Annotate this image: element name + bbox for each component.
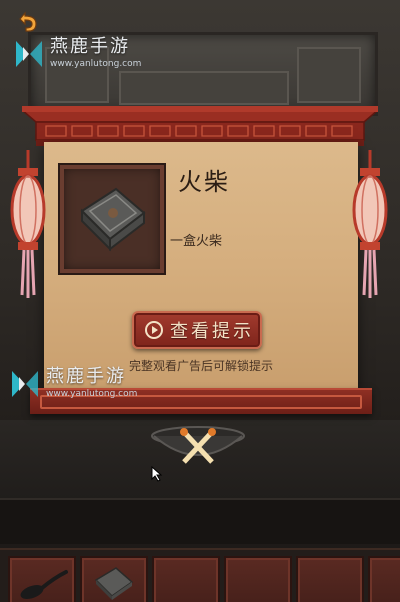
watermark-url: www.yanlutong.com xyxy=(50,59,142,69)
watermark: 燕鹿手游 www.yanlutong.com xyxy=(10,368,137,400)
lantern-right xyxy=(352,150,388,298)
matchbox-icon xyxy=(94,567,134,600)
inventory-slot-1[interactable] xyxy=(8,556,76,602)
mouse-cursor-icon xyxy=(151,466,163,482)
item-description: 一盒火柴 xyxy=(170,234,223,249)
inventory-bar xyxy=(0,548,400,602)
game-screen: 燕鹿手游 www.yanlutong.com 火柴 一盒火柴 查看提示 完整观看… xyxy=(0,0,400,602)
yanlu-logo-icon xyxy=(12,371,38,397)
cabinet-panel xyxy=(297,47,361,103)
watermark-name: 燕鹿手游 xyxy=(46,366,126,387)
inventory-slot-6[interactable] xyxy=(368,556,400,602)
item-name: 火柴 xyxy=(178,168,230,196)
back-arrow-icon xyxy=(19,11,37,32)
inventory-slot-4[interactable] xyxy=(224,556,292,602)
watermark-name: 燕鹿手游 xyxy=(50,36,130,57)
bowl-with-matches[interactable] xyxy=(148,424,248,468)
matchbox-icon xyxy=(80,187,146,252)
cabinet-panel xyxy=(119,71,289,105)
view-hint-label: 查看提示 xyxy=(170,321,254,342)
inventory-slot-3[interactable] xyxy=(152,556,220,602)
view-hint-button[interactable]: 查看提示 xyxy=(132,311,262,349)
yanlu-logo-icon xyxy=(16,41,42,67)
inventory-slot-2[interactable] xyxy=(80,556,148,602)
lantern-left xyxy=(10,150,46,298)
back-button[interactable] xyxy=(12,6,42,36)
inventory-slot-5[interactable] xyxy=(296,556,364,602)
play-icon xyxy=(145,321,163,339)
item-image-frame xyxy=(58,163,166,275)
watermark-url: www.yanlutong.com xyxy=(46,389,138,399)
watermark: 燕鹿手游 www.yanlutong.com xyxy=(14,38,141,70)
spoon-icon xyxy=(20,570,68,599)
floor-edge xyxy=(0,498,400,544)
